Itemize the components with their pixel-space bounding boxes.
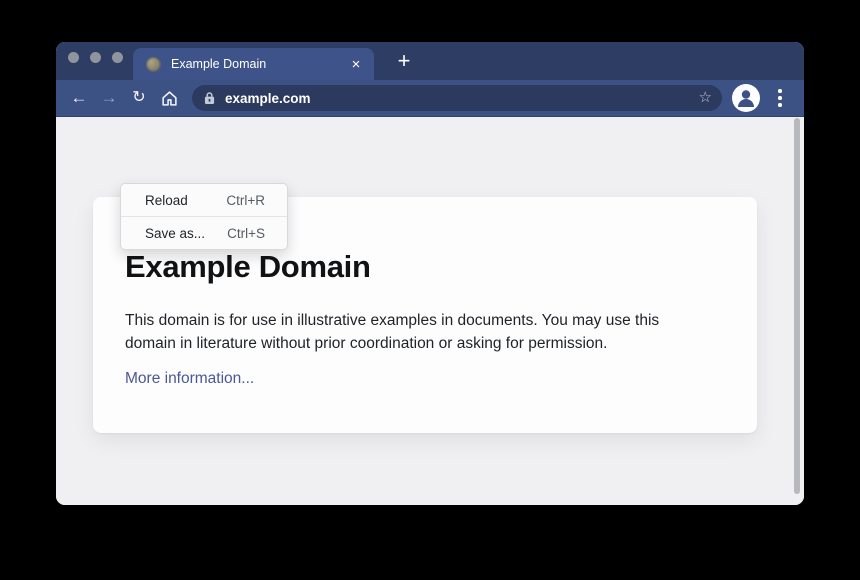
home-icon xyxy=(161,90,178,107)
context-menu: Reload Ctrl+R Save as... Ctrl+S xyxy=(120,183,288,250)
tab-strip: Example Domain × + xyxy=(56,42,804,80)
paragraph-line: This domain is for use in illustrative e… xyxy=(125,309,725,332)
lock-icon xyxy=(204,91,215,105)
menu-item-label: Reload xyxy=(145,193,188,208)
address-bar[interactable]: example.com ☆ xyxy=(192,85,722,111)
home-button[interactable] xyxy=(154,84,184,112)
browser-tab[interactable]: Example Domain × xyxy=(133,48,374,80)
menu-item-label: Save as... xyxy=(145,226,205,241)
window-controls xyxy=(68,52,123,63)
reload-button[interactable]: ↻ xyxy=(124,84,154,112)
browser-window: Example Domain × + ← → ↻ example.com xyxy=(56,42,804,505)
menu-item-shortcut: Ctrl+R xyxy=(226,193,265,208)
tab-favicon-icon xyxy=(146,57,161,72)
bookmark-star-icon[interactable]: ☆ xyxy=(699,90,714,106)
page-viewport: Example Domain This domain is for use in… xyxy=(56,117,804,505)
tab-close-icon[interactable]: × xyxy=(348,57,364,72)
desktop-background: Example Domain × + ← → ↻ example.com xyxy=(0,0,860,580)
more-information-link[interactable]: More information... xyxy=(125,367,254,390)
scrollbar-thumb[interactable] xyxy=(794,118,800,494)
tab-title: Example Domain xyxy=(171,57,348,71)
window-minimize-button[interactable] xyxy=(90,52,101,63)
menu-item-shortcut: Ctrl+S xyxy=(227,226,265,241)
page-paragraph: This domain is for use in illustrative e… xyxy=(125,309,725,355)
window-zoom-button[interactable] xyxy=(112,52,123,63)
menu-item-save-as[interactable]: Save as... Ctrl+S xyxy=(121,217,287,249)
forward-button[interactable]: → xyxy=(94,84,124,112)
new-tab-button[interactable]: + xyxy=(386,46,422,78)
profile-avatar[interactable] xyxy=(732,84,760,112)
menu-dots-icon[interactable] xyxy=(772,84,788,112)
window-close-button[interactable] xyxy=(68,52,79,63)
menu-item-reload[interactable]: Reload Ctrl+R xyxy=(121,184,287,216)
page-heading: Example Domain xyxy=(125,249,371,285)
browser-toolbar: ← → ↻ example.com ☆ xyxy=(56,80,804,117)
person-icon xyxy=(732,84,760,112)
url-text: example.com xyxy=(225,91,699,106)
back-button[interactable]: ← xyxy=(64,84,94,112)
paragraph-line: domain in literature without prior coord… xyxy=(125,332,725,355)
